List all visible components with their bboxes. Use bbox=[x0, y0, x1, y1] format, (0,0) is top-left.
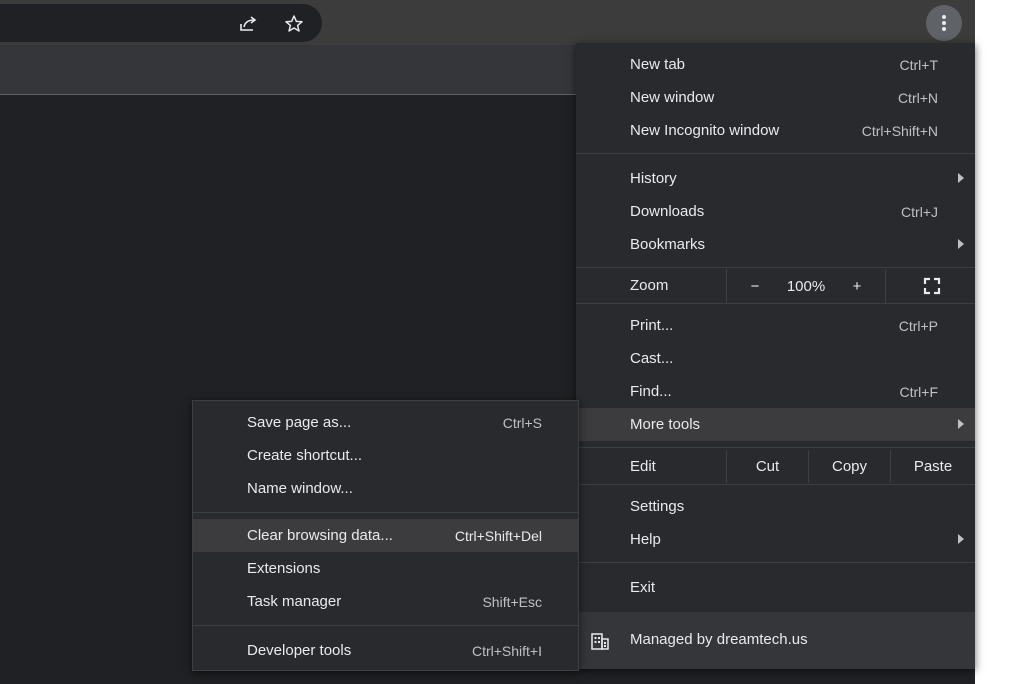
omnibox[interactable] bbox=[0, 4, 322, 42]
more-tools-submenu: Save page as... Ctrl+S Create shortcut..… bbox=[192, 400, 579, 671]
menu-item-find[interactable]: Find... Ctrl+F bbox=[576, 375, 975, 408]
submenu-arrow-icon bbox=[958, 239, 964, 249]
submenu-item-extensions[interactable]: Extensions bbox=[193, 552, 578, 585]
managed-by-label: Managed by dreamtech.us bbox=[630, 631, 808, 648]
submenu-arrow-icon bbox=[958, 534, 964, 544]
kebab-menu-icon[interactable] bbox=[926, 5, 962, 41]
submenu-item-save-page-as[interactable]: Save page as... Ctrl+S bbox=[193, 406, 578, 439]
submenu-arrow-icon bbox=[958, 419, 964, 429]
zoom-in-button[interactable]: + bbox=[844, 269, 870, 303]
zoom-label: Zoom bbox=[630, 277, 669, 294]
edit-row: Edit Cut Copy Paste bbox=[576, 450, 975, 483]
zoom-divider bbox=[885, 269, 886, 303]
zoom-value: 100% bbox=[786, 277, 826, 295]
cut-button[interactable]: Cut bbox=[727, 450, 808, 483]
submenu-item-create-shortcut[interactable]: Create shortcut... bbox=[193, 439, 578, 472]
menu-item-shortcut: Ctrl+J bbox=[901, 203, 938, 220]
submenu-arrow-icon bbox=[958, 173, 964, 183]
menu-item-shortcut: Ctrl+T bbox=[899, 56, 939, 73]
menu-item-label: Extensions bbox=[247, 560, 321, 577]
menu-item-label: Cast... bbox=[630, 350, 674, 367]
menu-separator bbox=[193, 625, 578, 626]
share-icon[interactable] bbox=[237, 13, 259, 35]
menu-item-cast[interactable]: Cast... bbox=[576, 342, 975, 375]
menu-item-shortcut: Ctrl+F bbox=[899, 383, 939, 400]
star-icon[interactable] bbox=[283, 13, 305, 35]
menu-item-new-incognito-window[interactable]: New Incognito window Ctrl+Shift+N bbox=[576, 114, 975, 147]
zoom-divider bbox=[726, 269, 727, 303]
menu-item-label: New Incognito window bbox=[630, 122, 780, 139]
menu-separator bbox=[576, 562, 975, 563]
menu-item-label: Name window... bbox=[247, 480, 353, 497]
menu-item-label: Save page as... bbox=[247, 414, 352, 431]
menu-separator bbox=[576, 303, 975, 304]
menu-item-label: Find... bbox=[630, 383, 672, 400]
menu-item-new-window[interactable]: New window Ctrl+N bbox=[576, 81, 975, 114]
menu-item-label: History bbox=[630, 170, 677, 187]
menu-item-help[interactable]: Help bbox=[576, 523, 975, 556]
menu-item-shortcut: Ctrl+Shift+Del bbox=[454, 527, 542, 544]
menu-item-label: Print... bbox=[630, 317, 674, 334]
menu-item-label: Settings bbox=[630, 498, 685, 515]
menu-separator bbox=[193, 512, 578, 513]
menu-item-shortcut: Shift+Esc bbox=[482, 593, 542, 610]
menu-item-label: New tab bbox=[630, 56, 686, 73]
menu-item-label: Create shortcut... bbox=[247, 447, 363, 464]
zoom-out-button[interactable]: − bbox=[742, 269, 768, 303]
menu-item-more-tools[interactable]: More tools bbox=[576, 408, 975, 441]
paste-button[interactable]: Paste bbox=[891, 450, 975, 483]
menu-item-label: Developer tools bbox=[247, 642, 352, 659]
menu-separator bbox=[576, 447, 975, 448]
menu-item-new-tab[interactable]: New tab Ctrl+T bbox=[576, 48, 975, 81]
fullscreen-icon[interactable] bbox=[916, 269, 948, 303]
menu-item-label: Task manager bbox=[247, 593, 342, 610]
menu-item-label: Exit bbox=[630, 579, 656, 596]
menu-item-shortcut: Ctrl+S bbox=[502, 414, 542, 431]
menu-item-label: Downloads bbox=[630, 203, 705, 220]
menu-item-exit[interactable]: Exit bbox=[576, 571, 975, 604]
submenu-item-developer-tools[interactable]: Developer tools Ctrl+Shift+I bbox=[193, 634, 578, 667]
menu-item-downloads[interactable]: Downloads Ctrl+J bbox=[576, 195, 975, 228]
menu-separator bbox=[576, 267, 975, 268]
zoom-row: Zoom − 100% + bbox=[576, 269, 975, 303]
menu-item-print[interactable]: Print... Ctrl+P bbox=[576, 309, 975, 342]
edit-label: Edit bbox=[630, 458, 656, 475]
menu-item-label: Help bbox=[630, 531, 661, 548]
menu-item-settings[interactable]: Settings bbox=[576, 490, 975, 523]
menu-item-history[interactable]: History bbox=[576, 162, 975, 195]
menu-item-label: Clear browsing data... bbox=[247, 527, 393, 544]
menu-item-shortcut: Ctrl+Shift+N bbox=[861, 122, 938, 139]
menu-item-label: New window bbox=[630, 89, 715, 106]
submenu-item-task-manager[interactable]: Task manager Shift+Esc bbox=[193, 585, 578, 618]
managed-by-banner[interactable]: Managed by dreamtech.us bbox=[576, 612, 975, 669]
menu-item-label: More tools bbox=[630, 416, 701, 433]
menu-item-shortcut: Ctrl+Shift+I bbox=[471, 642, 542, 659]
copy-button[interactable]: Copy bbox=[809, 450, 890, 483]
menu-separator bbox=[576, 484, 975, 485]
submenu-item-name-window[interactable]: Name window... bbox=[193, 472, 578, 505]
submenu-item-clear-browsing-data[interactable]: Clear browsing data... Ctrl+Shift+Del bbox=[193, 519, 578, 552]
menu-item-bookmarks[interactable]: Bookmarks bbox=[576, 228, 975, 261]
main-menu: New tab Ctrl+T New window Ctrl+N New Inc… bbox=[576, 43, 975, 669]
toolbar bbox=[0, 0, 975, 45]
menu-item-shortcut: Ctrl+N bbox=[897, 89, 938, 106]
menu-separator bbox=[576, 153, 975, 154]
building-icon bbox=[590, 631, 610, 651]
menu-item-label: Bookmarks bbox=[630, 236, 706, 253]
menu-item-shortcut: Ctrl+P bbox=[898, 317, 938, 334]
